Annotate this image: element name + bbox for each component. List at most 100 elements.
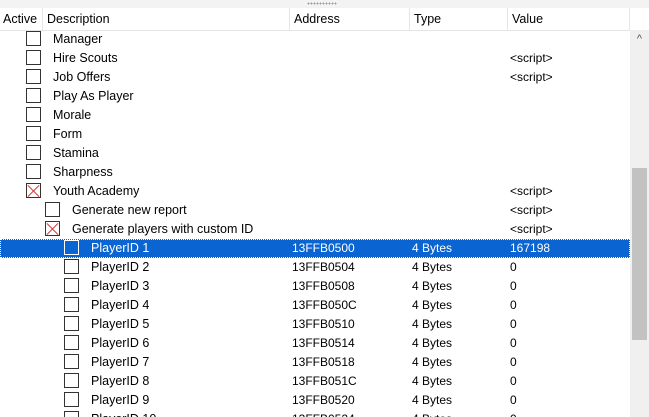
column-header-address[interactable]: Address (290, 8, 410, 30)
table-row[interactable]: PlayerID 2 13FFB0504 4 Bytes 0 (0, 258, 630, 277)
active-checkbox[interactable] (26, 183, 41, 198)
active-checkbox[interactable] (26, 50, 41, 65)
row-type: 4 Bytes (412, 298, 453, 312)
row-address: 13FFB0510 (292, 317, 355, 331)
row-value: 0 (510, 317, 517, 331)
table-row[interactable]: Sharpness (0, 163, 630, 182)
active-checkbox[interactable] (26, 31, 41, 46)
row-type: 4 Bytes (412, 279, 453, 293)
table-row[interactable]: PlayerID 5 13FFB0510 4 Bytes 0 (0, 315, 630, 334)
row-value: 0 (510, 298, 517, 312)
row-type: 4 Bytes (412, 410, 452, 417)
row-description: Morale (53, 108, 92, 122)
row-value: 0 (510, 374, 517, 388)
table-row[interactable]: PlayerID 1 13FFB0500 4 Bytes 167198 (0, 239, 630, 258)
table-row[interactable]: Hire Scouts <script> (0, 49, 630, 68)
row-value: 0 (510, 393, 517, 407)
row-description: Stamina (53, 146, 99, 160)
row-value: 0 (510, 260, 517, 274)
active-checkbox[interactable] (64, 373, 79, 388)
row-address: 13FFB0518 (292, 355, 355, 369)
row-value: <script> (510, 70, 553, 84)
active-checkbox[interactable] (26, 126, 41, 141)
table-row[interactable]: Play As Player (0, 87, 630, 106)
column-header-value[interactable]: Value (508, 8, 630, 30)
active-checkbox[interactable] (26, 88, 41, 103)
table-row[interactable]: Form (0, 125, 630, 144)
row-address: 13FFB0504 (292, 260, 355, 274)
row-type: 4 Bytes (412, 336, 453, 350)
table-row[interactable]: Morale (0, 106, 630, 125)
row-description: PlayerID 8 (91, 374, 150, 388)
row-value: <script> (510, 222, 553, 236)
table-row[interactable]: Job Offers <script> (0, 68, 630, 87)
row-address: 13FFB0514 (292, 336, 355, 350)
column-header-description[interactable]: Description (43, 8, 290, 30)
active-checkbox[interactable] (26, 145, 41, 160)
row-description: Manager (53, 32, 103, 46)
row-description: Youth Academy (53, 184, 140, 198)
row-value: <script> (510, 51, 553, 65)
active-checkbox[interactable] (26, 69, 41, 84)
row-description: PlayerID 4 (91, 298, 150, 312)
table-row[interactable]: PlayerID 7 13FFB0518 4 Bytes 0 (0, 353, 630, 372)
table-row[interactable]: Manager (0, 30, 630, 49)
row-type: 4 Bytes (412, 393, 453, 407)
active-checkbox[interactable] (26, 164, 41, 179)
table-row[interactable]: PlayerID 3 13FFB0508 4 Bytes 0 (0, 277, 630, 296)
grip-dots (307, 2, 337, 5)
row-address: 13FFB050C (292, 298, 357, 312)
row-description: PlayerID 2 (91, 260, 150, 274)
row-description: Play As Player (53, 89, 134, 103)
row-description: PlayerID 7 (91, 355, 150, 369)
table-row[interactable]: PlayerID 10 13FFB0524 4 Bytes 0 (0, 410, 630, 417)
row-type: 4 Bytes (412, 317, 453, 331)
active-checkbox[interactable] (64, 411, 79, 417)
scroll-up-arrow-icon[interactable]: ^ (630, 30, 649, 49)
table-row[interactable]: Generate players with custom ID <script> (0, 220, 630, 239)
row-description: Generate new report (72, 203, 187, 217)
active-checkbox[interactable] (45, 202, 60, 217)
row-description: PlayerID 3 (91, 279, 150, 293)
active-checkbox[interactable] (64, 297, 79, 312)
row-description: PlayerID 9 (91, 393, 150, 407)
splitter-grip[interactable] (0, 0, 649, 8)
table-row[interactable]: PlayerID 6 13FFB0514 4 Bytes 0 (0, 334, 630, 353)
table-row[interactable]: PlayerID 9 13FFB0520 4 Bytes 0 (0, 391, 630, 410)
active-checkbox[interactable] (26, 107, 41, 122)
row-description: Job Offers (53, 70, 111, 84)
row-value: 0 (510, 355, 517, 369)
active-checkbox[interactable] (64, 335, 79, 350)
table-row[interactable]: PlayerID 4 13FFB050C 4 Bytes 0 (0, 296, 630, 315)
active-checkbox[interactable] (64, 240, 79, 255)
vertical-scrollbar[interactable]: ^ (630, 30, 649, 417)
row-value: 0 (510, 279, 517, 293)
active-checkbox[interactable] (64, 392, 79, 407)
active-checkbox[interactable] (64, 354, 79, 369)
row-value: 167198 (510, 241, 551, 255)
cheat-table-list[interactable]: Manager Hire Scouts <script> Job Offers <scr… (0, 30, 630, 417)
table-row[interactable]: Stamina (0, 144, 630, 163)
table-row[interactable]: Youth Academy <script> (0, 182, 630, 201)
active-checkbox[interactable] (64, 316, 79, 331)
table-row[interactable]: PlayerID 8 13FFB051C 4 Bytes 0 (0, 372, 630, 391)
row-address: 13FFB0524 (292, 410, 355, 417)
row-type: 4 Bytes (412, 374, 453, 388)
table-row[interactable]: Generate new report <script> (0, 201, 630, 220)
row-description: PlayerID 1 (91, 241, 150, 255)
row-description: PlayerID 5 (91, 317, 150, 331)
row-value: 0 (510, 410, 517, 417)
row-value: 0 (510, 336, 517, 350)
row-description: Form (53, 127, 83, 141)
column-header-type[interactable]: Type (410, 8, 508, 30)
column-header: Active Description Address Type Value (0, 8, 630, 31)
row-address: 13FFB051C (292, 374, 357, 388)
row-type: 4 Bytes (412, 355, 453, 369)
scrollbar-thumb[interactable] (632, 168, 647, 340)
row-description: Hire Scouts (53, 51, 118, 65)
active-checkbox[interactable] (64, 278, 79, 293)
active-checkbox[interactable] (64, 259, 79, 274)
active-checkbox[interactable] (45, 221, 60, 236)
row-address: 13FFB0520 (292, 393, 355, 407)
column-header-active[interactable]: Active (0, 8, 43, 30)
